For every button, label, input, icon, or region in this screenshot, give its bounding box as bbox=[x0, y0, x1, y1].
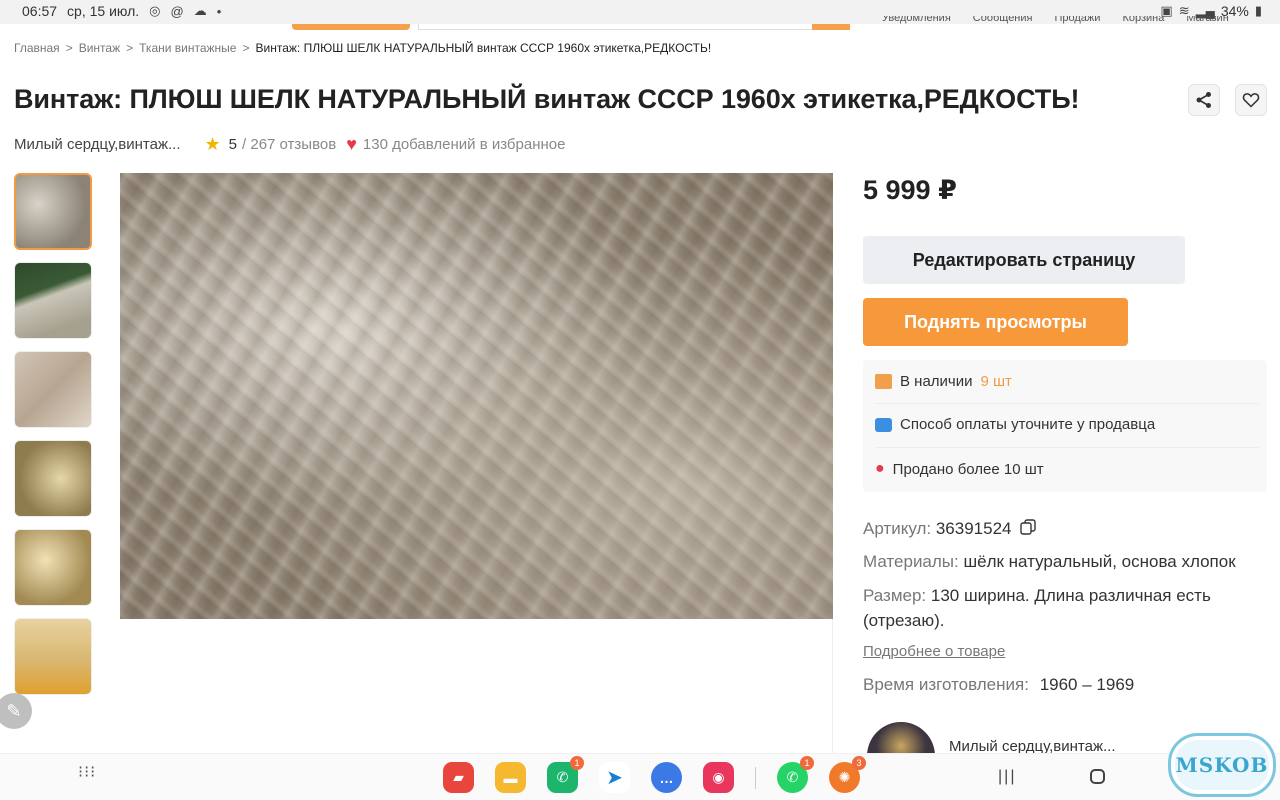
catalog-button[interactable] bbox=[292, 24, 410, 30]
heart-icon: ♥ bbox=[346, 134, 357, 154]
breadcrumb-separator: > bbox=[242, 41, 250, 55]
search-button[interactable] bbox=[812, 24, 850, 30]
box-icon bbox=[875, 374, 892, 389]
sold-row: ● Продано более 10 шт bbox=[875, 460, 1044, 478]
android-nav-bar: ⁝⁝⁝ ▰ ▬ ✆ 1 ➤ … ◉ ✆ 1 ✺ 3 ||| bbox=[0, 753, 1280, 800]
promo-app-icon[interactable]: ✺ 3 bbox=[829, 756, 866, 793]
breadcrumb-separator: > bbox=[126, 41, 134, 55]
boost-views-button[interactable]: Поднять просмотры bbox=[863, 298, 1128, 346]
phone-badge: 1 bbox=[570, 756, 584, 770]
copy-icon[interactable] bbox=[1020, 519, 1036, 535]
battery-icon: ▮ bbox=[1254, 3, 1262, 18]
main-product-image[interactable] bbox=[120, 173, 833, 619]
thumbnail-image[interactable] bbox=[14, 440, 92, 517]
materials-row: Материалы: шёлк натуральный, основа хлоп… bbox=[863, 552, 1236, 572]
thumbnail-list bbox=[14, 173, 92, 695]
cloud-icon: ☁ bbox=[193, 3, 207, 18]
heart-icon bbox=[1242, 93, 1260, 108]
sold-text: Продано более 10 шт bbox=[892, 460, 1044, 478]
thumbnail-image[interactable] bbox=[14, 262, 92, 339]
favorite-button[interactable] bbox=[1235, 84, 1267, 116]
edit-page-button[interactable]: Редактировать страницу bbox=[863, 236, 1185, 284]
recent-apps-button[interactable]: ||| bbox=[998, 768, 1016, 786]
stock-label: В наличии bbox=[900, 373, 973, 390]
gallery-area bbox=[120, 619, 833, 753]
promo-badge: 3 bbox=[852, 756, 866, 770]
status-date: ср, 15 июл. bbox=[67, 3, 140, 19]
shop-name-link[interactable]: Милый сердцу,винтаж... bbox=[14, 136, 181, 153]
share-icon bbox=[1196, 92, 1211, 108]
files-app-icon[interactable]: ▬ bbox=[495, 762, 526, 793]
dot-icon: • bbox=[216, 3, 222, 19]
chat-icon bbox=[875, 417, 892, 432]
arrow-app-icon[interactable]: ➤ bbox=[599, 762, 630, 793]
thumbnail-image[interactable] bbox=[14, 529, 92, 606]
whatsapp-notification-icon: ◎ bbox=[149, 3, 161, 18]
messages-app-icon[interactable]: … bbox=[651, 762, 682, 793]
product-meta: Милый сердцу,винтаж... ★ 5 / 267 отзывов… bbox=[14, 134, 565, 155]
breadcrumb-current: Винтаж: ПЛЮШ ШЕЛК НАТУРАЛЬНЫЙ винтаж ССС… bbox=[255, 41, 712, 55]
made-value: 1960 – 1969 bbox=[1039, 675, 1135, 694]
materials-value: шёлк натуральный, основа хлопок bbox=[963, 552, 1236, 571]
whatsapp-app-icon[interactable]: ✆ 1 bbox=[777, 756, 814, 793]
dock-separator bbox=[755, 766, 756, 789]
share-button[interactable] bbox=[1188, 84, 1220, 116]
home-button[interactable] bbox=[1090, 769, 1105, 784]
thumbnail-image[interactable] bbox=[14, 351, 92, 428]
materials-label: Материалы: bbox=[863, 552, 959, 571]
page-title: Винтаж: ПЛЮШ ШЕЛК НАТУРАЛЬНЫЙ винтаж ССС… bbox=[14, 84, 1080, 114]
edit-fab-button[interactable]: ✎ bbox=[0, 693, 32, 729]
breadcrumb-vintage[interactable]: Винтаж bbox=[79, 41, 120, 55]
stock-value: 9 шт bbox=[980, 373, 1012, 390]
favorites-count: 130 добавлений в избранное bbox=[362, 136, 566, 153]
star-icon: ★ bbox=[204, 134, 221, 154]
article-value: 36391524 bbox=[935, 519, 1012, 538]
article-label: Артикул: bbox=[863, 519, 932, 538]
thumbnail-image[interactable] bbox=[14, 618, 92, 695]
size-label: Размер: bbox=[863, 586, 927, 605]
phone-app-icon[interactable]: ✆ 1 bbox=[547, 756, 584, 793]
payment-text: Способ оплаты уточните у продавца bbox=[900, 416, 1156, 433]
breadcrumb-home[interactable]: Главная bbox=[14, 41, 60, 55]
reviews-link[interactable]: / 267 отзывов bbox=[242, 136, 336, 153]
breadcrumb-separator: > bbox=[65, 41, 73, 55]
availability-box: В наличии 9 шт Способ оплаты уточните у … bbox=[863, 360, 1267, 492]
pencil-icon: ✎ bbox=[6, 700, 22, 721]
breadcrumb: Главная > Винтаж > Ткани винтажные > Вин… bbox=[14, 41, 711, 55]
thumbnail-image[interactable] bbox=[14, 173, 92, 250]
made-row: Время изготовления: 1960 – 1969 bbox=[863, 675, 1134, 695]
fire-icon: ● bbox=[875, 460, 885, 477]
article-row: Артикул: 36391524 bbox=[863, 519, 1036, 539]
stock-row: В наличии 9 шт bbox=[875, 373, 1012, 390]
at-sign-icon: @ bbox=[170, 3, 184, 19]
camera-app-icon[interactable]: ◉ bbox=[703, 762, 734, 793]
product-price: 5 999 ₽ bbox=[863, 175, 957, 205]
more-details-link[interactable]: Подробнее о товаре bbox=[863, 643, 1005, 660]
breadcrumb-fabrics[interactable]: Ткани винтажные bbox=[139, 41, 236, 55]
whatsapp-badge: 1 bbox=[800, 756, 814, 770]
app-drawer-icon[interactable]: ⁝⁝⁝ bbox=[78, 765, 96, 781]
payment-row: Способ оплаты уточните у продавца bbox=[875, 416, 1155, 433]
app-dock: ▰ ▬ ✆ 1 ➤ … ◉ ✆ 1 ✺ 3 bbox=[443, 756, 866, 793]
watermark-logo: MSKOB bbox=[1168, 733, 1276, 797]
size-row: Размер: 130 ширина. Длина различная есть… bbox=[863, 583, 1273, 633]
rating-value: 5 bbox=[228, 136, 238, 153]
search-input[interactable] bbox=[418, 24, 850, 30]
notes-app-icon[interactable]: ▰ bbox=[443, 762, 474, 793]
made-label: Время изготовления: bbox=[863, 675, 1029, 694]
status-time: 06:57 bbox=[22, 3, 58, 19]
